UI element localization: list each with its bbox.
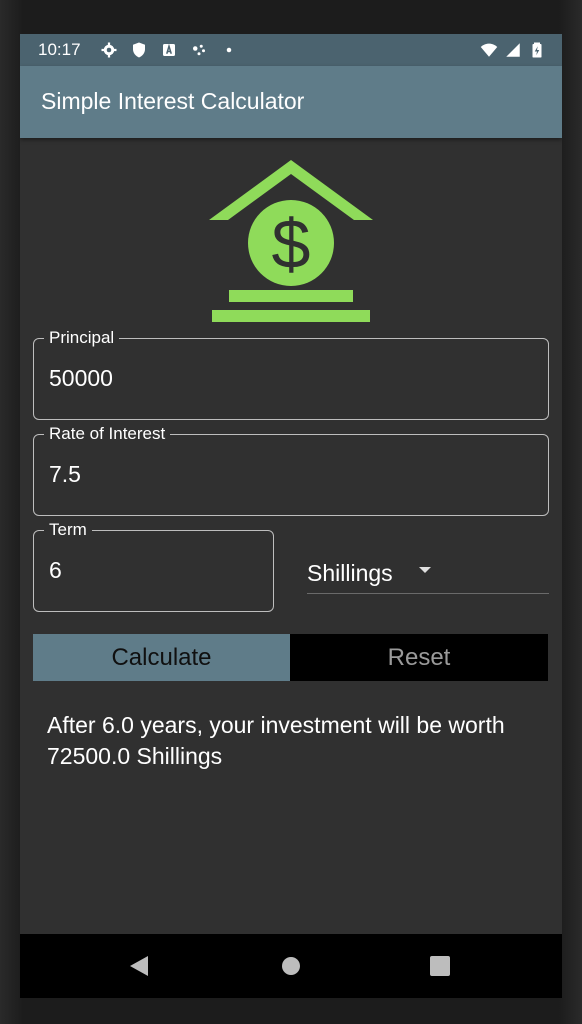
rate-value: 7.5 [49, 461, 81, 487]
result-text: After 6.0 years, your investment will be… [47, 712, 505, 769]
a-icon [163, 43, 175, 56]
app-screen: 10:17 Simple Interest Calculator $ Princ… [20, 34, 562, 998]
dot-icon [226, 47, 232, 53]
currency-dropdown[interactable]: Shillings [307, 550, 549, 594]
term-label: Term [44, 520, 92, 540]
status-icons-left [100, 41, 238, 59]
svg-text:$: $ [272, 205, 311, 283]
house-dollar-icon: $ [209, 160, 373, 322]
reset-button[interactable]: Reset [290, 634, 548, 681]
rate-label: Rate of Interest [44, 424, 171, 444]
rate-field[interactable]: Rate of Interest 7.5 [33, 424, 549, 516]
battery-icon [532, 42, 542, 58]
term-value: 6 [49, 557, 62, 583]
status-time: 10:17 [38, 40, 81, 59]
back-icon[interactable] [130, 956, 148, 976]
dots-icon [193, 44, 205, 56]
shield-icon [133, 42, 145, 58]
principal-label: Principal [44, 328, 120, 348]
calculate-button[interactable]: Calculate [33, 634, 290, 681]
wifi-icon [480, 43, 498, 57]
status-icons-right [480, 41, 546, 59]
recent-apps-icon[interactable] [430, 956, 450, 976]
navigation-bar [20, 934, 562, 998]
signal-icon [506, 43, 520, 57]
currency-selected: Shillings [307, 560, 393, 586]
principal-value: 50000 [49, 365, 113, 391]
home-icon[interactable] [282, 957, 300, 975]
app-bar: Simple Interest Calculator [20, 66, 562, 138]
settings-icon [101, 42, 117, 58]
term-field[interactable]: Term 6 [33, 520, 274, 612]
status-bar: 10:17 [20, 34, 562, 66]
chevron-down-icon [419, 567, 431, 573]
principal-field[interactable]: Principal 50000 [33, 328, 549, 420]
app-title: Simple Interest Calculator [41, 88, 305, 114]
